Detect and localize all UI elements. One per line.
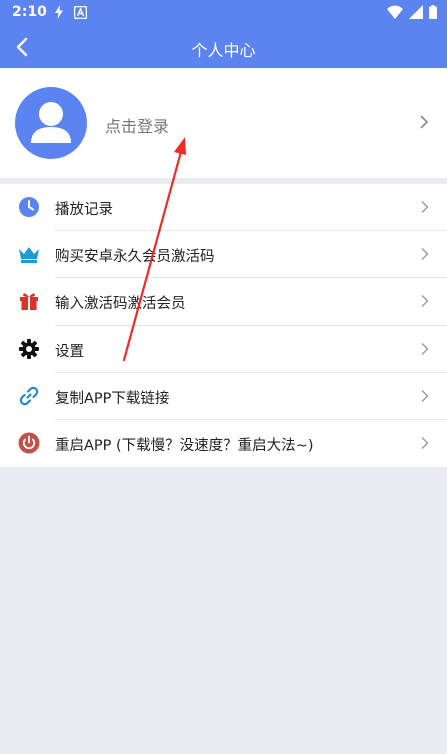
avatar[interactable]	[15, 87, 87, 159]
menu-item-label: 输入激活码激活会员	[55, 296, 186, 313]
status-time: 2:10	[12, 4, 47, 20]
menu-item-copy-download-link[interactable]: 复制APP下载链接	[0, 373, 447, 420]
user-icon	[31, 102, 71, 143]
menu-item-settings[interactable]: 设置	[0, 326, 447, 373]
crown-icon	[18, 243, 40, 265]
chevron-right-icon	[421, 436, 429, 449]
gift-icon	[18, 290, 40, 312]
flash-icon	[55, 5, 63, 19]
menu-item-restart-app[interactable]: 重启APP (下载慢？没速度？重启大法~)	[0, 420, 447, 467]
wifi-icon	[387, 5, 403, 19]
status-bar: 2:10	[0, 0, 447, 26]
menu-item-enter-activation-code[interactable]: 输入激活码激活会员	[0, 278, 447, 326]
menu-list: 播放记录 购买安卓永久会员激活码 输入激活码激活会员 设置 复制APP下载链接 …	[0, 184, 447, 467]
chevron-right-icon	[421, 342, 429, 355]
menu-item-buy-activation-code[interactable]: 购买安卓永久会员激活码	[0, 231, 447, 279]
chevron-right-icon	[421, 295, 429, 308]
status-left-icons	[54, 5, 87, 19]
menu-item-label: 设置	[55, 343, 84, 360]
status-right-icons	[387, 5, 437, 19]
login-link[interactable]: 点击登录	[105, 113, 169, 137]
chevron-right-icon	[421, 389, 429, 402]
signal-icon	[409, 5, 423, 19]
app-bar: 个人中心	[0, 26, 447, 68]
chevron-right-icon	[421, 201, 429, 213]
menu-item-label: 购买安卓永久会员激活码	[55, 249, 215, 266]
clock-icon	[18, 196, 40, 218]
page-title: 个人中心	[191, 41, 256, 60]
menu-item-label: 播放记录	[55, 202, 113, 218]
link-icon	[18, 385, 40, 407]
menu-item-play-history[interactable]: 播放记录	[0, 184, 447, 232]
chevron-right-icon	[420, 115, 429, 129]
profile-header[interactable]: 点击登录	[0, 68, 447, 178]
power-icon	[18, 432, 40, 454]
gear-icon	[18, 338, 40, 360]
battery-icon	[429, 5, 437, 19]
chevron-right-icon	[421, 248, 429, 261]
menu-item-label: 重启APP (下载慢？没速度？重启大法~)	[55, 437, 314, 454]
menu-item-label: 复制APP下载链接	[55, 390, 170, 407]
a-notification-icon	[74, 5, 87, 19]
